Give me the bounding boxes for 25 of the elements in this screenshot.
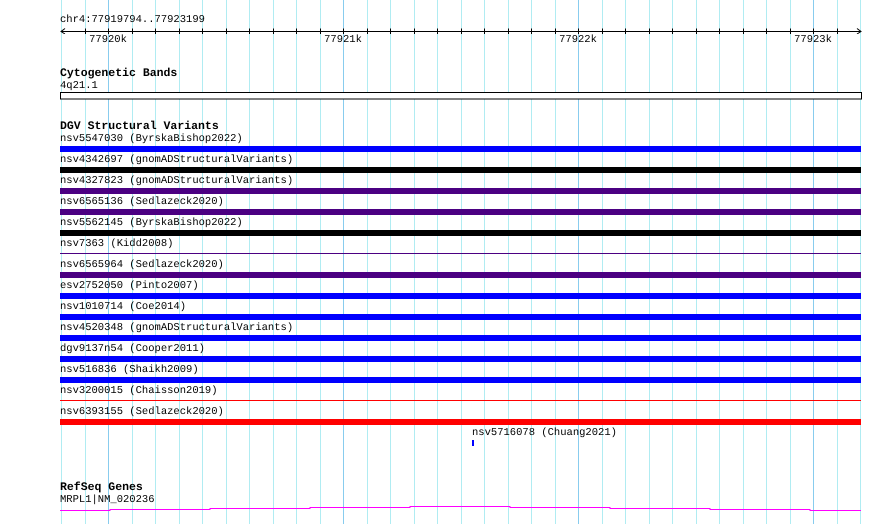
feature-label: nsv7363 (Kidd2008) — [60, 238, 174, 250]
ruler-label: 77921k — [324, 34, 362, 46]
feature-label: nsv4342697 (gnomADStructuralVariants) — [60, 154, 294, 166]
track-title: RefSeq Genes — [59, 481, 144, 494]
feature-label: nsv5547030 (ByrskaBishop2022) — [60, 133, 244, 145]
feature-label: nsv1010714 (Coe2014) — [60, 301, 188, 313]
feature-label: dgv9137n54 (Cooper2011) — [60, 343, 206, 355]
ruler-label: 77920k — [89, 34, 127, 46]
feature-label: esv2752050 (Pinto2007) — [60, 280, 200, 292]
ruler-label: 77923k — [794, 34, 832, 46]
gene-label: MRPL1|NM_020236 — [59, 494, 156, 506]
band-label: 4q21.1 — [59, 80, 99, 92]
feature-label: nsv516836 (Shaikh2009) — [60, 364, 200, 376]
feature-label: nsv6565136 (Sedlazeck2020) — [60, 196, 225, 208]
feature-label: nsv5562145 (ByrskaBishop2022) — [60, 217, 244, 229]
feature-label: nsv6565964 (Sedlazeck2020) — [60, 259, 225, 271]
feature-label: nsv6393155 (Sedlazeck2020) — [60, 406, 225, 418]
feature-label: nsv5716078 (Chuang2021) — [472, 427, 618, 439]
feature-label: nsv3200015 (Chaisson2019) — [60, 385, 219, 397]
track-title: Cytogenetic Bands — [59, 67, 178, 80]
track-title: DGV Structural Variants — [59, 120, 220, 133]
region-label: chr4:77919794..77923199 — [59, 14, 206, 26]
ruler-label: 77922k — [559, 34, 597, 46]
feature-label: nsv4520348 (gnomADStructuralVariants) — [60, 322, 294, 334]
feature-label: nsv4327823 (gnomADStructuralVariants) — [60, 175, 294, 187]
